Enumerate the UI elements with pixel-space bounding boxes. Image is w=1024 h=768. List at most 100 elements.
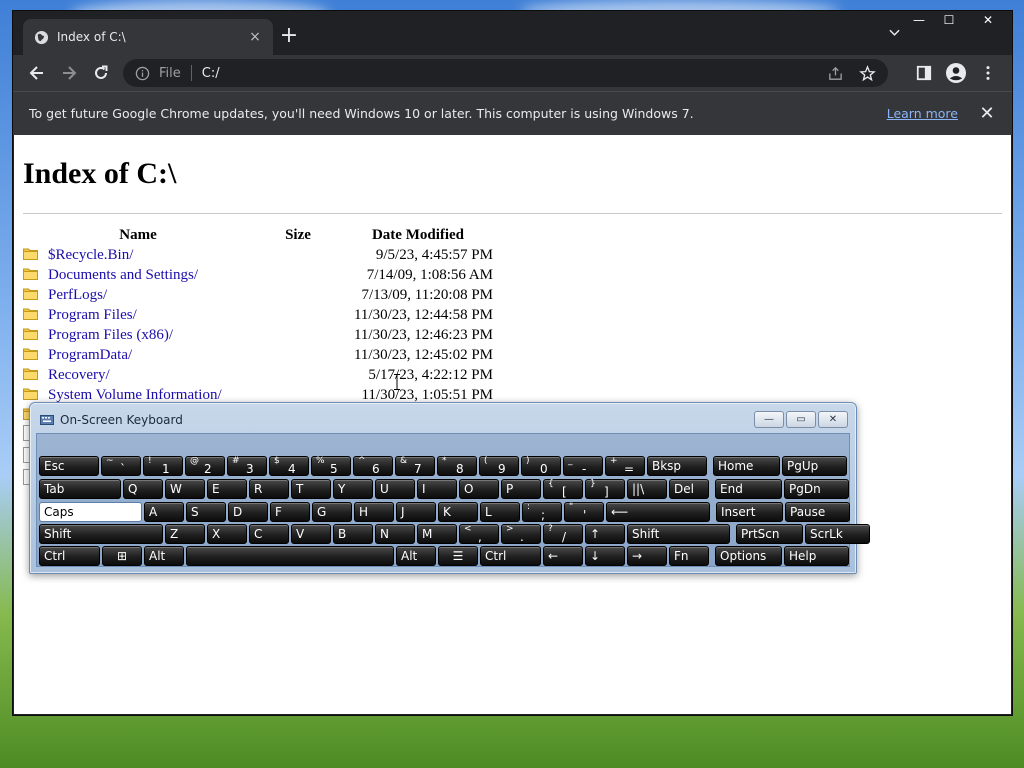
key-shift[interactable]: Shift xyxy=(627,524,730,544)
key-tab[interactable]: Tab xyxy=(39,479,121,499)
key-key-0-13[interactable]: + = xyxy=(605,456,645,476)
key-j[interactable]: J xyxy=(396,502,436,522)
key-l[interactable]: L xyxy=(480,502,520,522)
column-header-name[interactable]: Name xyxy=(23,225,253,245)
key-key-1-11[interactable]: {[ xyxy=(543,479,583,499)
column-header-size[interactable]: Size xyxy=(253,225,343,245)
key-key-0-12[interactable]: _ - xyxy=(563,456,603,476)
key-4[interactable]: $4 xyxy=(269,456,309,476)
key-windows[interactable]: ⊞ xyxy=(102,546,142,566)
new-tab-button[interactable]: + xyxy=(275,23,303,51)
key-menu[interactable]: ☰ xyxy=(438,546,478,566)
maximize-button[interactable]: ☐ xyxy=(934,11,964,29)
bookmark-star-icon[interactable] xyxy=(856,62,878,84)
key-key-1-13[interactable]: ||\ xyxy=(627,479,667,499)
back-button[interactable] xyxy=(21,57,53,89)
key-ctrl[interactable]: Ctrl xyxy=(480,546,541,566)
osk-restore-button[interactable]: ▭ xyxy=(786,411,816,428)
key-r[interactable]: R xyxy=(249,479,289,499)
key-c[interactable]: C xyxy=(249,524,289,544)
key-key-3-10[interactable]: ? / xyxy=(543,524,583,544)
reload-button[interactable] xyxy=(85,57,117,89)
key-key-3-8[interactable]: <, xyxy=(459,524,499,544)
key-8[interactable]: * 8 xyxy=(437,456,477,476)
key-insert[interactable]: Insert xyxy=(716,502,783,522)
info-icon[interactable] xyxy=(133,64,151,82)
learn-more-link[interactable]: Learn more xyxy=(887,106,958,121)
key-key-2-10[interactable]: :; xyxy=(522,502,562,522)
minimize-button[interactable]: — xyxy=(904,11,934,29)
share-icon[interactable] xyxy=(824,62,846,84)
key-t[interactable]: T xyxy=(291,479,331,499)
key-d[interactable]: D xyxy=(228,502,268,522)
key-a[interactable]: A xyxy=(144,502,184,522)
key-k[interactable]: K xyxy=(438,502,478,522)
key-6[interactable]: ^ 6 xyxy=(353,456,393,476)
key-pause[interactable]: Pause xyxy=(785,502,850,522)
osk-close-button[interactable]: ✕ xyxy=(818,411,848,428)
key-space[interactable] xyxy=(186,546,394,566)
folder-link[interactable]: ProgramData/ xyxy=(48,347,132,363)
browser-tab[interactable]: Index of C:\ × xyxy=(23,19,273,55)
key-key-4-7[interactable]: ← xyxy=(543,546,583,566)
key-q[interactable]: Q xyxy=(123,479,163,499)
folder-link[interactable]: Program Files (x86)/ xyxy=(48,327,173,343)
side-panel-icon[interactable] xyxy=(910,59,938,87)
tab-search-icon[interactable] xyxy=(884,25,904,41)
key-caps[interactable]: Caps xyxy=(39,502,142,522)
folder-link[interactable]: PerfLogs/ xyxy=(48,287,107,303)
key-g[interactable]: G xyxy=(312,502,352,522)
key-key-4-9[interactable]: → xyxy=(627,546,667,566)
folder-link[interactable]: Documents and Settings/ xyxy=(48,267,198,283)
url-text[interactable]: C:/ xyxy=(202,66,824,81)
key-x[interactable]: X xyxy=(207,524,247,544)
key-pgdn[interactable]: PgDn xyxy=(784,479,849,499)
key-scrlk[interactable]: ScrLk xyxy=(805,524,870,544)
profile-avatar-icon[interactable] xyxy=(942,59,970,87)
address-bar[interactable]: File C:/ xyxy=(123,59,888,87)
key-h[interactable]: H xyxy=(354,502,394,522)
key-2[interactable]: @2 xyxy=(185,456,225,476)
key-s[interactable]: S xyxy=(186,502,226,522)
key-b[interactable]: B xyxy=(333,524,373,544)
close-window-button[interactable]: ✕ xyxy=(964,11,1012,29)
key-y[interactable]: Y xyxy=(333,479,373,499)
key-key-1-12[interactable]: }] xyxy=(585,479,625,499)
tab-close-icon[interactable]: × xyxy=(247,29,263,45)
key-e[interactable]: E xyxy=(207,479,247,499)
key-alt[interactable]: Alt xyxy=(144,546,184,566)
key-ctrl[interactable]: Ctrl xyxy=(39,546,100,566)
key-fn[interactable]: Fn xyxy=(669,546,709,566)
folder-link[interactable]: $Recycle.Bin/ xyxy=(48,247,133,263)
key-key-0-1[interactable]: ~ ` xyxy=(101,456,141,476)
key-key-3-11[interactable]: ↑ xyxy=(585,524,625,544)
key-help[interactable]: Help xyxy=(784,546,849,566)
key-n[interactable]: N xyxy=(375,524,415,544)
key-key-4-8[interactable]: ↓ xyxy=(585,546,625,566)
key-1[interactable]: ! 1 xyxy=(143,456,183,476)
key-esc[interactable]: Esc xyxy=(39,456,99,476)
key-home[interactable]: Home xyxy=(713,456,780,476)
key-prtscn[interactable]: PrtScn xyxy=(736,524,803,544)
key-key-2-11[interactable]: " ' xyxy=(564,502,604,522)
folder-link[interactable]: System Volume Information/ xyxy=(48,387,222,403)
key-alt[interactable]: Alt xyxy=(396,546,436,566)
key-5[interactable]: % 5 xyxy=(311,456,351,476)
key-p[interactable]: P xyxy=(501,479,541,499)
key-key-2-12[interactable]: ⟵ xyxy=(606,502,710,522)
key-key-3-9[interactable]: >. xyxy=(501,524,541,544)
key-m[interactable]: M xyxy=(417,524,457,544)
forward-button[interactable] xyxy=(53,57,85,89)
folder-link[interactable]: Program Files/ xyxy=(48,307,137,323)
column-header-date[interactable]: Date Modified xyxy=(343,225,493,245)
infobar-close-icon[interactable]: ✕ xyxy=(978,103,996,124)
key-u[interactable]: U xyxy=(375,479,415,499)
folder-link[interactable]: Recovery/ xyxy=(48,367,110,383)
key-pgup[interactable]: PgUp xyxy=(782,456,847,476)
key-bksp[interactable]: Bksp xyxy=(647,456,707,476)
osk-minimize-button[interactable]: — xyxy=(754,411,784,428)
key-shift[interactable]: Shift xyxy=(39,524,163,544)
key-v[interactable]: V xyxy=(291,524,331,544)
key-end[interactable]: End xyxy=(715,479,782,499)
key-0[interactable]: ) 0 xyxy=(521,456,561,476)
